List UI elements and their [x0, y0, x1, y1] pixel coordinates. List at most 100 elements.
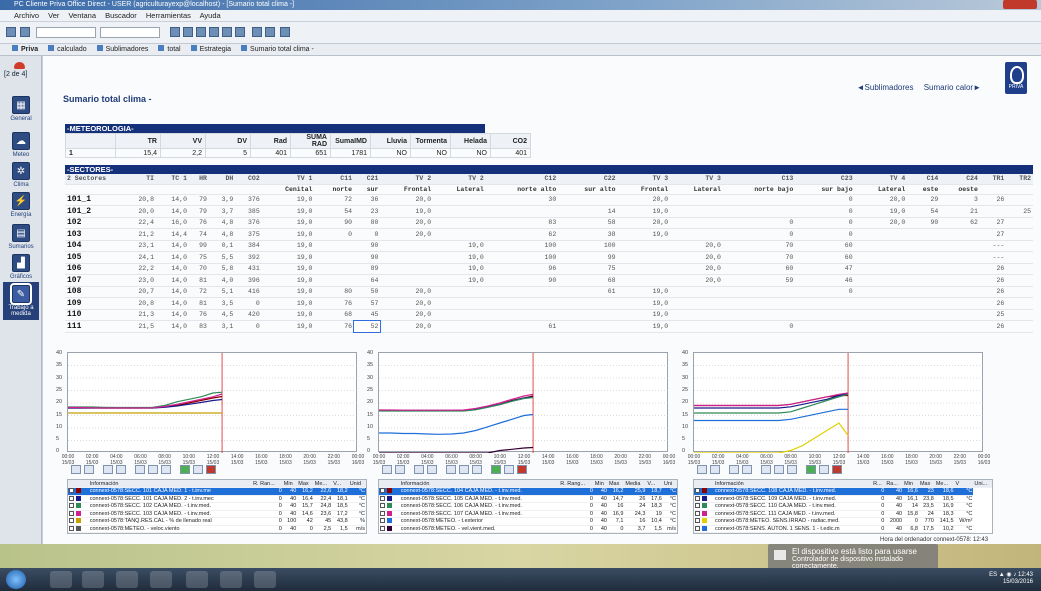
legend-row[interactable]: connext-0578:METEO. - veloc.viento 0 40 0 2,…	[68, 525, 366, 533]
table-row[interactable]: 101_2 20,0 14,0 79 3,7 385 19,0 54 23 19,0 14 19,0 0…	[65, 205, 1033, 218]
settings-icon[interactable]	[459, 465, 469, 474]
zoom-icon[interactable]	[446, 465, 456, 474]
legend-row[interactable]: connext-0578:METEO. - t.exterior 0 40 7,1 16…	[379, 517, 677, 526]
sidebar-item-sumarios[interactable]: ▤ Sumarios	[3, 224, 39, 250]
delete-icon[interactable]	[206, 465, 216, 474]
legend-checkbox[interactable]	[68, 495, 89, 503]
language-indicator[interactable]: ES	[989, 572, 997, 578]
legend-row[interactable]: connext-0578:SECC. 110 CAJA MED. - t.inv…	[694, 502, 992, 511]
zoom-icon[interactable]	[761, 465, 771, 474]
zoom-icon[interactable]	[135, 465, 145, 474]
toolbar-button[interactable]	[20, 27, 30, 37]
sidebar-item-graficos[interactable]: ▟ Gráficos	[3, 254, 39, 280]
legend-row[interactable]: connext-0578:SECC. 105 CAJA MED. - t.inv…	[379, 495, 677, 503]
settings-icon[interactable]	[774, 465, 784, 474]
legend-row[interactable]: connext-0578:SECC. 108 CAJA MED. - t.inv…	[694, 487, 992, 496]
move-left-icon[interactable]	[697, 465, 707, 474]
checkbox-icon[interactable]	[380, 510, 385, 516]
list-icon[interactable]	[427, 465, 437, 474]
table-row[interactable]: 109 20,8 14,0 81 3,5 0 19,0 76 57 20,0 19,0 26	[65, 297, 1033, 310]
table-row[interactable]: 107 23,0 14,0 81 4,0 396 19,0 64 19,0 90 68 20,0 59 4…	[65, 274, 1033, 287]
legend-checkbox[interactable]	[694, 517, 714, 526]
toolbar-button[interactable]	[252, 27, 262, 37]
menu-ayuda[interactable]: Ayuda	[200, 11, 221, 20]
menu-ventana[interactable]: Ventana	[68, 11, 96, 20]
toolbar-button[interactable]	[222, 27, 232, 37]
checkbox-icon[interactable]	[69, 503, 74, 509]
legend-row[interactable]: connext-0578:SECC. 111 CAJA MED. - t.inv…	[694, 510, 992, 518]
grid-icon[interactable]	[472, 465, 482, 474]
legend-checkbox[interactable]	[694, 510, 714, 518]
device-notification[interactable]: El dispositivo está listo para usarse Co…	[768, 544, 938, 570]
legend-checkbox[interactable]	[68, 517, 89, 526]
sidebar-item-trabajo-a-medida[interactable]: ✎ Trabajo a medida	[3, 282, 39, 320]
toolbar-button[interactable]	[209, 27, 219, 37]
checkbox-icon[interactable]	[695, 503, 700, 509]
list-icon[interactable]	[116, 465, 126, 474]
legend-row[interactable]: connext-0578:METEO. - vel.vient.med. 0 40 0…	[379, 525, 677, 533]
tab-total[interactable]: total	[158, 45, 181, 53]
table-row[interactable]: 106 22,2 14,0 70 5,8 431 19,0 89 19,0 96 75 20,0 60 4…	[65, 263, 1033, 275]
taskbar-app-explorer[interactable]	[50, 571, 72, 588]
taskbar-app-1[interactable]	[82, 571, 104, 588]
grid-icon[interactable]	[787, 465, 797, 474]
legend-checkbox[interactable]	[379, 510, 400, 518]
toolbar-field[interactable]	[36, 27, 96, 38]
legend-checkbox[interactable]	[68, 525, 89, 533]
tab-priva[interactable]: Priva	[12, 45, 38, 53]
toolbar-button[interactable]	[265, 27, 275, 37]
checkbox-icon[interactable]	[380, 518, 385, 524]
legend-row[interactable]: connext-0578:SECC. 101 CAJA MED. 2 - t.i…	[68, 495, 366, 503]
chart-type-icon[interactable]	[414, 465, 424, 474]
alarm-icon[interactable]	[14, 62, 25, 69]
checkbox-icon[interactable]	[380, 525, 385, 531]
clock-time[interactable]: 12:43	[1018, 572, 1033, 578]
grid-icon[interactable]	[161, 465, 171, 474]
checkbox-icon[interactable]	[380, 503, 385, 509]
edit-icon[interactable]	[193, 465, 203, 474]
table-row[interactable]: 102 22,4 16,0 76 4,8 376 19,0 90 80 20,0 83 58 20,0 0…	[65, 217, 1033, 229]
taskbar-app-4[interactable]	[186, 571, 208, 588]
taskbar-app-6[interactable]	[254, 571, 276, 588]
checkbox-icon[interactable]	[69, 510, 74, 516]
legend-row[interactable]: connext-0578:METEO. SENS.IRRAD - radiac.…	[694, 517, 992, 526]
sidebar-item-clima[interactable]: ✲ Clima	[3, 162, 39, 188]
move-right-icon[interactable]	[84, 465, 94, 474]
checkbox-icon[interactable]	[69, 518, 74, 524]
table-row[interactable]: 101_1 20,8 14,0 79 3,9 376 19,0 72 36 20,0 30 20,0 0…	[65, 194, 1033, 206]
legend-checkbox[interactable]	[68, 487, 89, 496]
checkbox-icon[interactable]	[695, 488, 700, 494]
menu-herramientas[interactable]: Herramientas	[146, 11, 191, 20]
chart-type-icon[interactable]	[729, 465, 739, 474]
sidebar-item-general[interactable]: ▦ General	[3, 96, 39, 122]
legend-row[interactable]: connext-0578:SECC. 103 CAJA MED. - t.inv…	[68, 510, 366, 518]
legend-checkbox[interactable]	[379, 495, 400, 503]
checkbox-icon[interactable]	[69, 488, 74, 494]
legend-row[interactable]: connext-0578:SECC. 107 CAJA MED. - t.inv…	[379, 510, 677, 518]
delete-icon[interactable]	[517, 465, 527, 474]
legend-row[interactable]: connext-0578:SECC. 104 CAJA MED. - t.inv…	[379, 487, 677, 496]
window-controls[interactable]	[1003, 0, 1037, 9]
legend-checkbox[interactable]	[379, 502, 400, 511]
legend-checkbox[interactable]	[694, 525, 714, 533]
sidebar-item-energia[interactable]: ⚡ Energía	[3, 192, 39, 218]
checkbox-icon[interactable]	[380, 495, 385, 501]
start-button[interactable]	[6, 570, 26, 589]
table-row[interactable]: 108 20,7 14,0 72 5,1 416 19,0 80 50 20,0 61 19,0 0 26	[65, 286, 1033, 298]
menu-buscador[interactable]: Buscador	[105, 11, 137, 20]
checkbox-icon[interactable]	[69, 495, 74, 501]
legend-checkbox[interactable]	[379, 517, 400, 526]
legend-row[interactable]: connext-0578:TANQ.RES.CAL - % de llenado…	[68, 517, 366, 526]
legend-checkbox[interactable]	[68, 502, 89, 511]
legend-row[interactable]: connext-0578:SENS. AUTON. 1 SENS. 1 - t.…	[694, 525, 992, 533]
toolbar-button[interactable]	[235, 27, 245, 37]
table-row[interactable]: 104 23,1 14,0 99 0,1 384 19,0 90 19,0 100 100 20,0 7…	[65, 240, 1033, 252]
toolbar-button[interactable]	[170, 27, 180, 37]
list-icon[interactable]	[742, 465, 752, 474]
toolbar-button[interactable]	[196, 27, 206, 37]
add-icon[interactable]	[180, 465, 190, 474]
link-sublimadores[interactable]: ◄Sublimadores	[857, 83, 914, 92]
checkbox-icon[interactable]	[695, 518, 700, 524]
move-left-icon[interactable]	[71, 465, 81, 474]
checkbox-icon[interactable]	[69, 525, 74, 531]
